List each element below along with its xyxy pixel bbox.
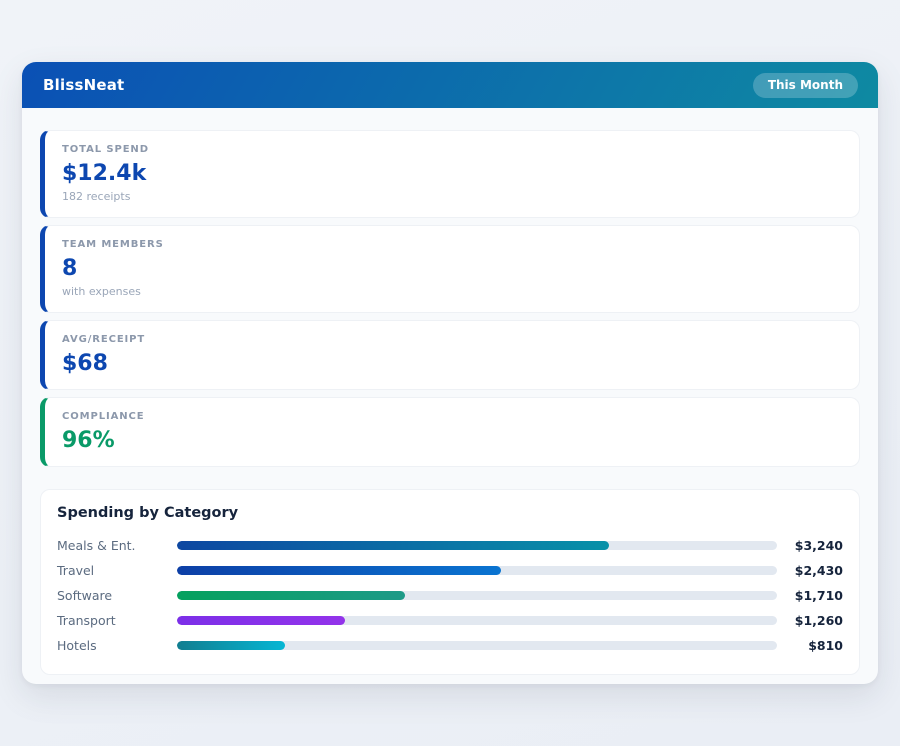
category-value: $3,240 [777,538,843,553]
category-label: Transport [57,613,177,628]
category-value: $1,260 [777,613,843,628]
bar-track [177,566,777,575]
stat-card-avg-receipt: AVG/RECEIPT $68 [40,320,860,390]
stat-card-compliance: COMPLIANCE 96% [40,397,860,467]
bar-track [177,541,777,550]
bar-fill-transport [177,616,345,625]
period-filter-badge[interactable]: This Month [753,73,858,98]
stat-label: COMPLIANCE [62,411,842,422]
stat-value: $12.4k [62,162,842,185]
chart-row-travel: Travel $2,430 [57,558,843,583]
bar-fill-travel [177,566,501,575]
category-value: $810 [777,638,843,653]
bar-track [177,641,777,650]
stat-value: $68 [62,352,842,375]
stat-value: 8 [62,257,842,280]
chart-row-transport: Transport $1,260 [57,608,843,633]
bar-fill-software [177,591,405,600]
bar-fill-hotels [177,641,285,650]
category-label: Meals & Ent. [57,538,177,553]
category-value: $2,430 [777,563,843,578]
category-label: Software [57,588,177,603]
category-label: Travel [57,563,177,578]
app-title: BlissNeat [43,76,124,94]
chart-row-meals: Meals & Ent. $3,240 [57,533,843,558]
category-label: Hotels [57,638,177,653]
stat-caption: 182 receipts [62,190,842,203]
dashboard-content: TOTAL SPEND $12.4k 182 receipts TEAM MEM… [22,108,878,675]
stat-label: AVG/RECEIPT [62,334,842,345]
chart-row-hotels: Hotels $810 [57,633,843,658]
bar-fill-meals [177,541,609,550]
chart-row-software: Software $1,710 [57,583,843,608]
stat-label: TOTAL SPEND [62,144,842,155]
dashboard-panel: BlissNeat This Month TOTAL SPEND $12.4k … [22,62,878,684]
app-header: BlissNeat This Month [22,62,878,108]
stat-label: TEAM MEMBERS [62,239,842,250]
stat-value: 96% [62,429,842,452]
stat-card-total-spend: TOTAL SPEND $12.4k 182 receipts [40,130,860,218]
category-value: $1,710 [777,588,843,603]
chart-title: Spending by Category [57,505,843,521]
stat-card-team-members: TEAM MEMBERS 8 with expenses [40,225,860,313]
stat-caption: with expenses [62,285,842,298]
bar-track [177,616,777,625]
spending-by-category-chart: Spending by Category Meals & Ent. $3,240… [40,489,860,675]
bar-track [177,591,777,600]
